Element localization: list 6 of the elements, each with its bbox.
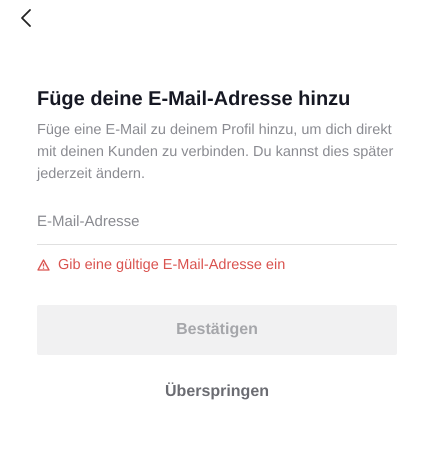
description: Füge eine E-Mail zu deinem Profil hinzu, um dich direkt mit deinen Kunden zu verbinden. Du kannst dies später jederzeit ändern. — [37, 121, 394, 184]
warning-icon — [37, 259, 50, 271]
error-message: Gib eine gültige E-Mail-Adresse ein — [58, 257, 286, 273]
skip-link[interactable]: Überspringen — [164, 383, 269, 401]
back-icon[interactable] — [20, 8, 32, 28]
page-title: Füge deine E-Mail-Adresse hinzu — [37, 88, 352, 111]
